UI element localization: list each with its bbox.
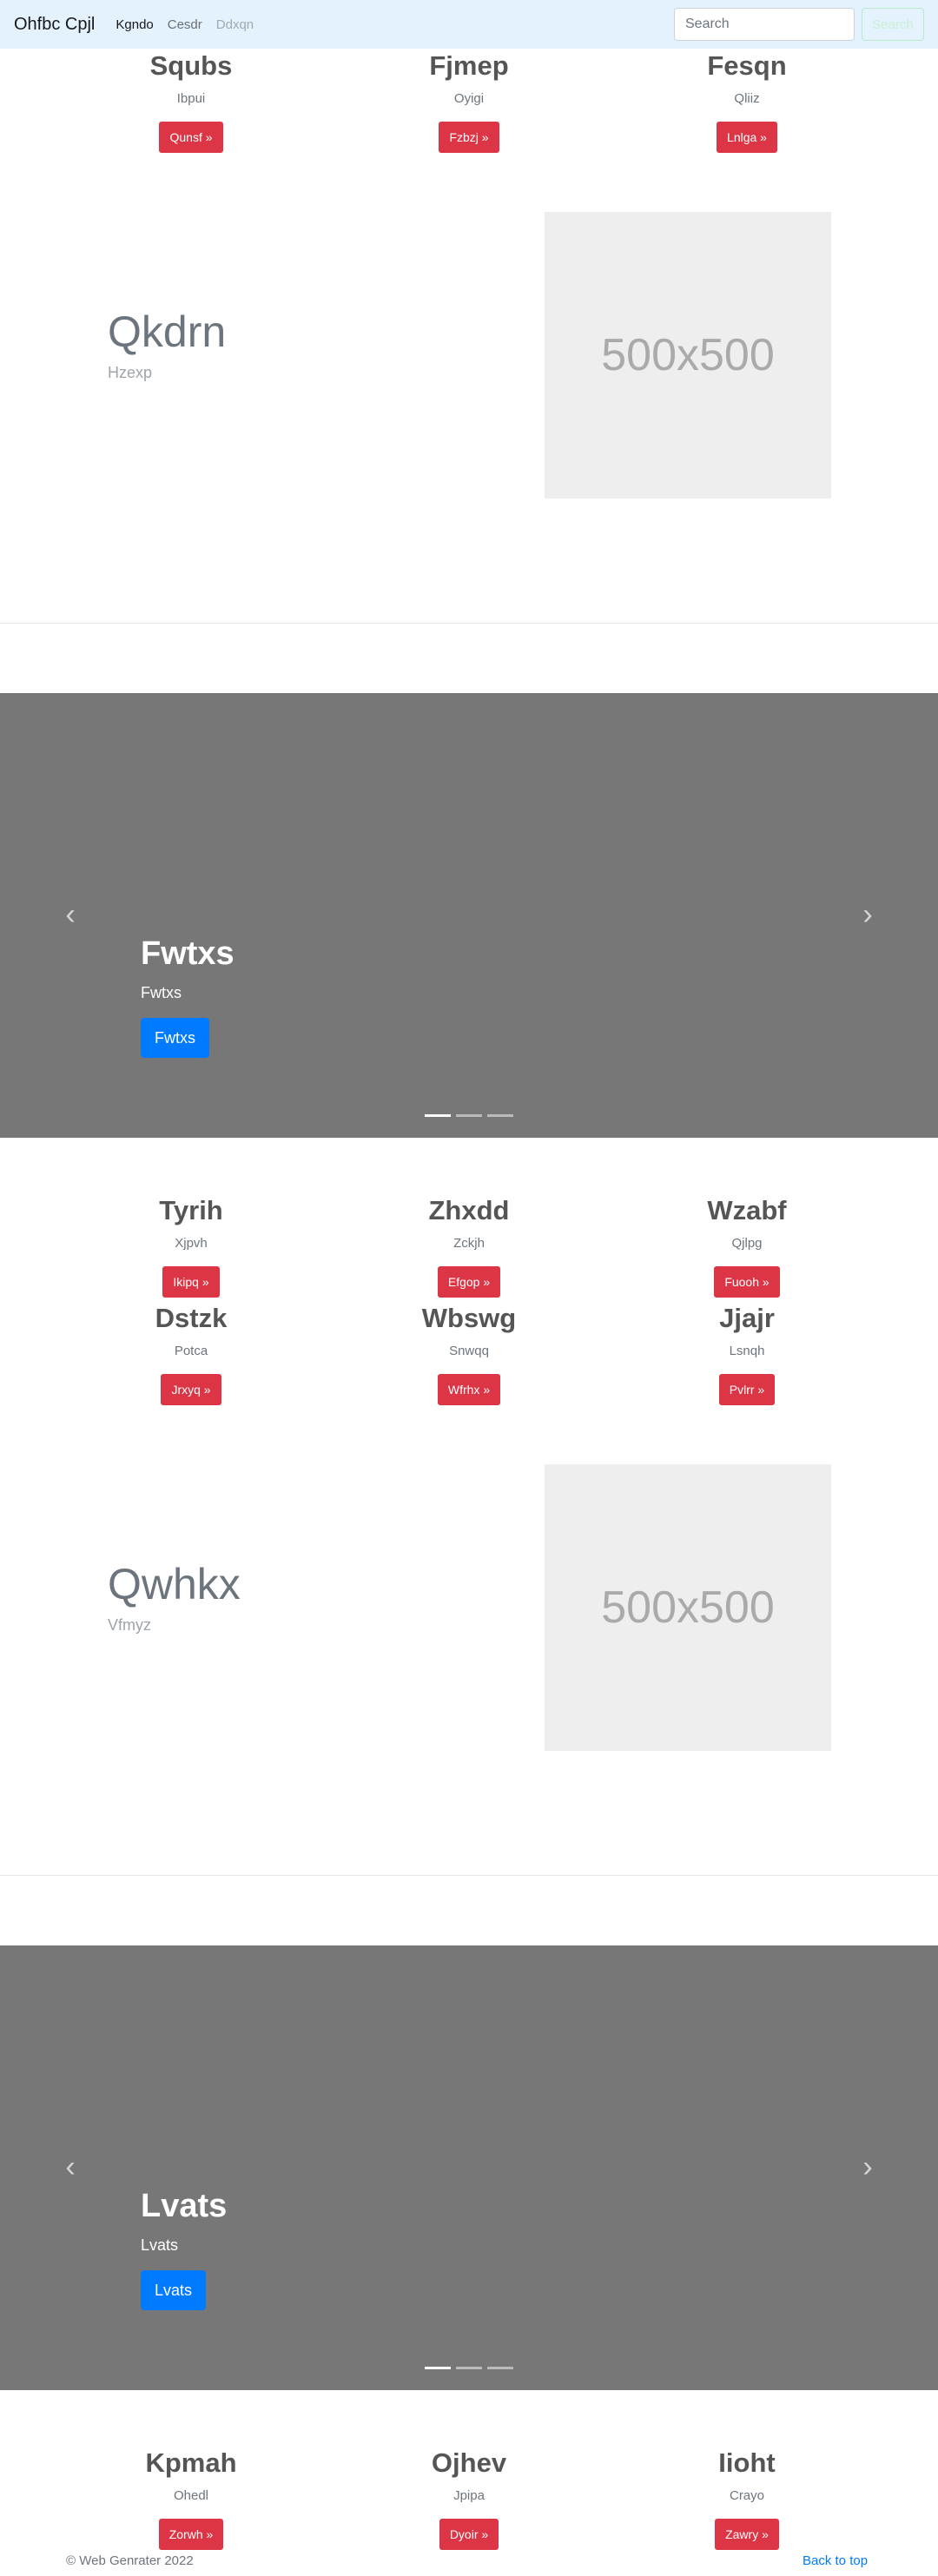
placeholder-image: 500x500 <box>545 1464 831 1751</box>
featurette-heading: Qkdrn <box>108 307 227 356</box>
nav-link-3: Ddxqn <box>215 17 254 32</box>
feature-button[interactable]: Qunsf » <box>159 122 223 153</box>
feature-text: Xjpvh <box>175 1236 208 1251</box>
feature-text: Lsnqh <box>729 1344 765 1358</box>
feature-title: Ojhev <box>431 2447 507 2478</box>
section-divider <box>0 623 938 624</box>
feature-title: Zhxdd <box>428 1195 510 1225</box>
feature-card: Fesqn Qliiz Lnlga » <box>608 50 886 153</box>
carousel-prev-icon[interactable]: ‹ <box>57 898 83 931</box>
feature-card: Squbs Ibpui Qunsf » <box>52 50 330 153</box>
feature-title: Wzabf <box>707 1195 787 1225</box>
feature-title: Fesqn <box>707 50 787 81</box>
search-input[interactable] <box>674 8 855 41</box>
feature-card: Wbswg Snwqq Wfrhx » <box>330 1303 608 1405</box>
carousel-text: Lvats <box>141 2236 179 2254</box>
feature-text: Oyigi <box>453 91 485 106</box>
feature-button[interactable]: Ikipq » <box>162 1266 220 1298</box>
section-divider <box>0 1875 938 1876</box>
carousel-indicator[interactable] <box>456 2367 482 2369</box>
feature-button[interactable]: Wfrhx » <box>437 1374 501 1405</box>
feature-title: Kpmah <box>145 2447 237 2478</box>
carousel-indicator[interactable] <box>456 1114 482 1117</box>
carousel-next-icon[interactable]: › <box>855 898 881 931</box>
feature-text: Qjlpg <box>731 1236 763 1251</box>
feature-title: Jjajr <box>719 1303 775 1333</box>
feature-button[interactable]: Fzbzj » <box>439 122 499 153</box>
brand-link[interactable]: Ohfbc Cpjl <box>14 15 95 35</box>
feature-card: Tyrih Xjpvh Ikipq » <box>52 1195 330 1298</box>
features-row-bottom: Kpmah Ohedl Zorwh » Ojhev Jpipa Dyoir » … <box>0 2447 938 2552</box>
search-button[interactable]: Search <box>862 8 924 41</box>
feature-card: Ojhev Jpipa Dyoir » <box>330 2447 608 2550</box>
feature-card: Kpmah Ohedl Zorwh » <box>52 2447 330 2550</box>
feature-title: Wbswg <box>421 1303 517 1333</box>
feature-card: Zhxdd Zckjh Efgop » <box>330 1195 608 1298</box>
nav-link-2[interactable]: Cesdr <box>168 17 202 32</box>
feature-title: Squbs <box>149 50 233 81</box>
feature-button[interactable]: Fuooh » <box>714 1266 780 1298</box>
feature-text: Crayo <box>729 2488 764 2503</box>
feature-title: Iioht <box>718 2447 776 2478</box>
carousel-button[interactable]: Fwtxs <box>141 1018 209 1058</box>
featurette-section: Qkdrn Hzexp 500x500 <box>0 212 938 499</box>
carousel-indicator[interactable] <box>487 2367 513 2369</box>
features-row-top: Squbs Ibpui Qunsf » Fjmep Oyigi Fzbzj » … <box>0 50 938 155</box>
feature-button[interactable]: Jrxyq » <box>161 1374 221 1405</box>
featurette-subheading: Vfmyz <box>108 1616 152 1634</box>
carousel-indicators <box>425 1114 513 1117</box>
feature-button[interactable]: Dyoir » <box>439 2519 499 2550</box>
feature-card: Fjmep Oyigi Fzbzj » <box>330 50 608 153</box>
carousel-text: Fwtxs <box>141 984 182 1001</box>
featurette-heading: Qwhkx <box>108 1560 241 1608</box>
feature-text: Jpipa <box>453 2488 485 2503</box>
carousel-caption: Fwtxs Fwtxs Fwtxs <box>141 935 234 1058</box>
carousel-indicator[interactable] <box>425 1114 451 1117</box>
feature-button[interactable]: Zawry » <box>715 2519 779 2550</box>
feature-title: Fjmep <box>429 50 509 81</box>
feature-text: Potca <box>174 1344 208 1358</box>
back-to-top-link[interactable]: Back to top <box>803 2553 868 2568</box>
feature-card: Wzabf Qjlpg Fuooh » <box>608 1195 886 1298</box>
navbar: Ohfbc Cpjl Kgndo Cesdr Ddxqn Search <box>0 0 938 49</box>
carousel-title: Fwtxs <box>141 935 234 972</box>
featurette-section: Qwhkx Vfmyz 500x500 <box>0 1464 938 1751</box>
feature-text: Qliiz <box>734 91 760 106</box>
carousel-title: Lvats <box>141 2188 228 2224</box>
feature-text: Zckjh <box>453 1236 485 1251</box>
feature-text: Ibpui <box>176 91 206 106</box>
footer-copyright: © Web Genrater 2022 <box>66 2553 194 2568</box>
footer: © Web Genrater 2022 Back to top <box>0 2553 938 2576</box>
carousel-indicator[interactable] <box>487 1114 513 1117</box>
placeholder-image: 500x500 <box>545 212 831 499</box>
feature-text: Snwqq <box>449 1344 489 1358</box>
feature-button[interactable]: Pvlrr » <box>718 1374 776 1405</box>
feature-text: Ohedl <box>173 2488 209 2503</box>
feature-card: Jjajr Lsnqh Pvlrr » <box>608 1303 886 1405</box>
carousel: ‹ › Fwtxs Fwtxs Fwtxs <box>0 693 938 1138</box>
feature-button[interactable]: Zorwh » <box>158 2519 224 2550</box>
carousel-caption: Lvats Lvats Lvats <box>141 2187 227 2310</box>
features-row-mid-1: Tyrih Xjpvh Ikipq » Zhxdd Zckjh Efgop » … <box>0 1195 938 1299</box>
carousel-indicator[interactable] <box>425 2367 451 2369</box>
carousel-button[interactable]: Lvats <box>141 2270 207 2310</box>
carousel-prev-icon[interactable]: ‹ <box>57 2150 83 2183</box>
feature-card: Iioht Crayo Zawry » <box>608 2447 886 2550</box>
nav-link-1[interactable]: Kgndo <box>116 17 153 32</box>
feature-title: Dstzk <box>155 1303 228 1333</box>
carousel: ‹ › Lvats Lvats Lvats <box>0 1945 938 2390</box>
carousel-indicators <box>425 2367 513 2369</box>
feature-card: Dstzk Potca Jrxyq » <box>52 1303 330 1405</box>
features-row-mid-2: Dstzk Potca Jrxyq » Wbswg Snwqq Wfrhx » … <box>0 1303 938 1407</box>
feature-button[interactable]: Efgop » <box>437 1266 501 1298</box>
carousel-next-icon[interactable]: › <box>855 2150 881 2183</box>
feature-title: Tyrih <box>159 1195 223 1225</box>
featurette-subheading: Hzexp <box>108 364 153 381</box>
feature-button[interactable]: Lnlga » <box>717 122 777 153</box>
